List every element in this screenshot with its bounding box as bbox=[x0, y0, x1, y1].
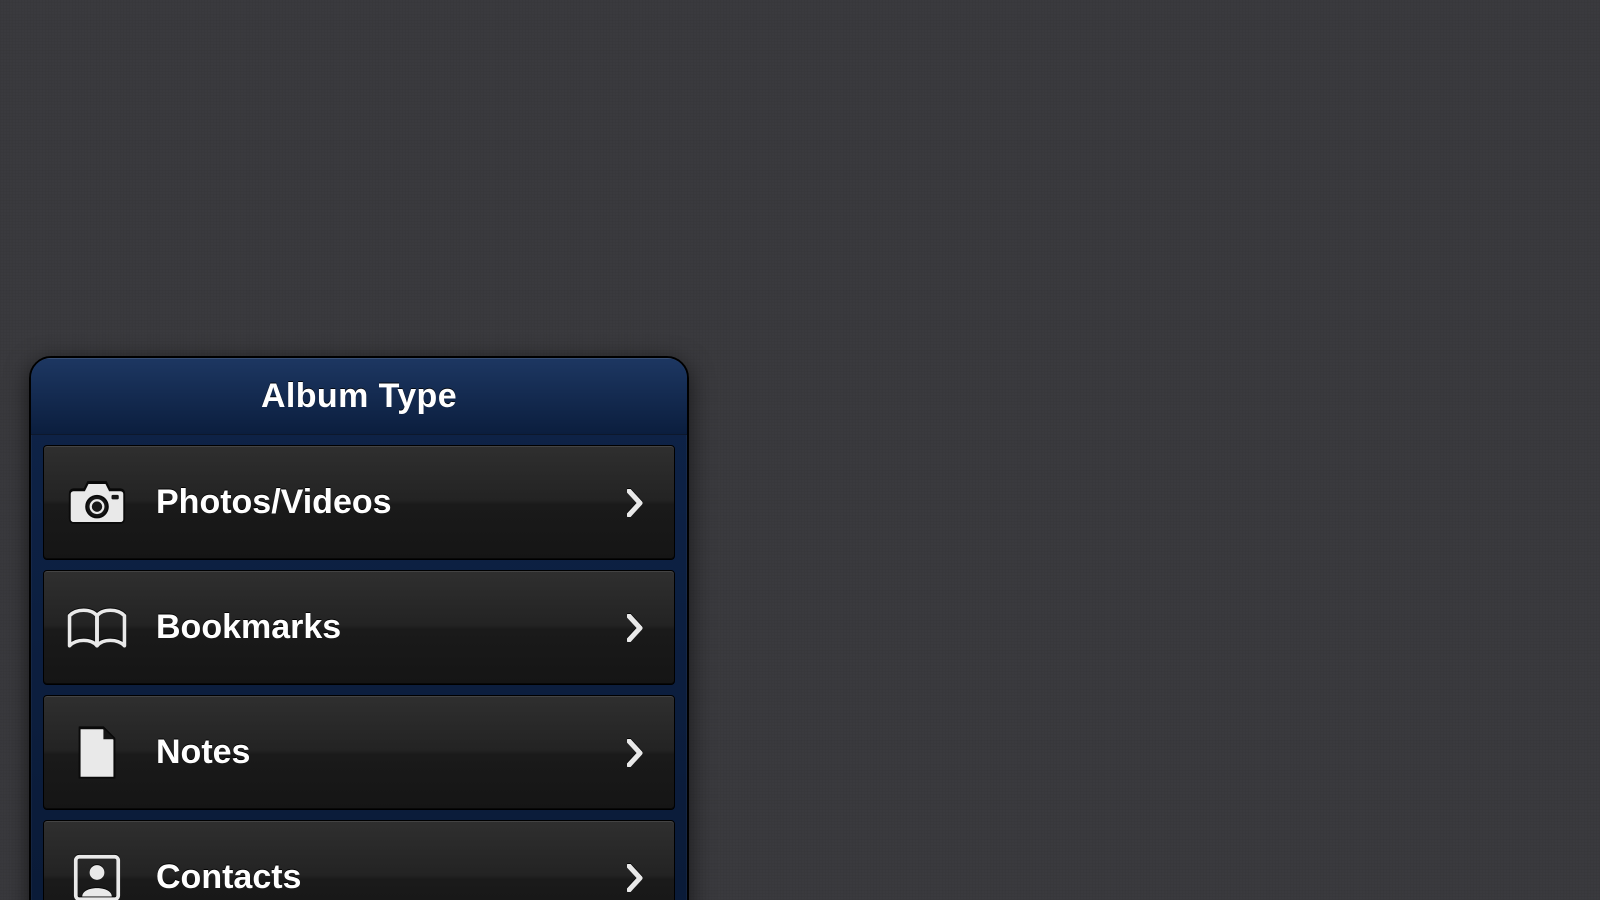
document-icon bbox=[64, 723, 130, 783]
chevron-right-icon bbox=[624, 861, 646, 895]
chevron-right-icon bbox=[624, 486, 646, 520]
popover-header: Album Type bbox=[31, 358, 687, 435]
chevron-right-icon bbox=[624, 611, 646, 645]
list-item-bookmarks[interactable]: Bookmarks bbox=[43, 570, 675, 685]
chevron-right-icon bbox=[624, 736, 646, 770]
list-item-label: Photos/Videos bbox=[156, 483, 624, 522]
popover-list: Photos/Videos Bookmarks bbox=[31, 435, 687, 900]
book-icon bbox=[64, 598, 130, 658]
list-item-contacts[interactable]: Contacts bbox=[43, 820, 675, 900]
list-item-label: Contacts bbox=[156, 858, 624, 897]
album-type-popover: Album Type Photos/Videos bbox=[29, 356, 689, 900]
popover-title: Album Type bbox=[261, 377, 457, 416]
list-item-notes[interactable]: Notes bbox=[43, 695, 675, 810]
list-item-label: Bookmarks bbox=[156, 608, 624, 647]
list-item-label: Notes bbox=[156, 733, 624, 772]
camera-icon bbox=[64, 473, 130, 533]
contact-icon bbox=[64, 848, 130, 900]
list-item-photos-videos[interactable]: Photos/Videos bbox=[43, 445, 675, 560]
